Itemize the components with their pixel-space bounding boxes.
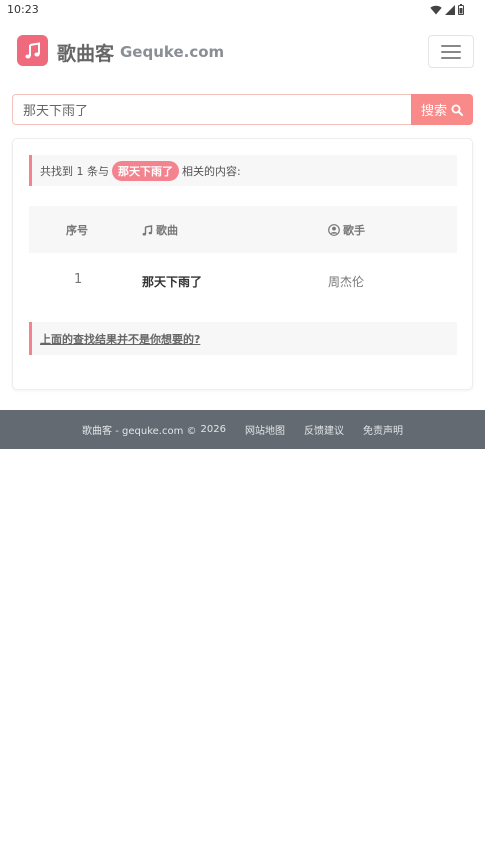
signal-icon	[445, 4, 455, 15]
feedback-note: 上面的查找结果并不是你想要的?	[29, 322, 457, 355]
row-index: 1	[74, 272, 83, 287]
battery-icon	[458, 4, 464, 15]
footer-year: 2026	[200, 424, 226, 435]
user-circle-icon	[328, 224, 340, 236]
footer: 歌曲客 - gequke.com © 2026 网站地图 反馈建议 免责声明	[0, 410, 485, 449]
hamburger-menu-button[interactable]	[428, 35, 474, 68]
results-card: 共找到 1 条与 那天下雨了 相关的内容: 序号 歌曲 歌手 1 那天下雨了 周…	[12, 138, 473, 390]
song-link[interactable]: 那天下雨了	[142, 273, 202, 290]
status-bar: 10:23	[0, 0, 485, 20]
footer-link-sitemap[interactable]: 网站地图	[245, 422, 285, 437]
footer-link-disclaimer[interactable]: 免责声明	[363, 422, 403, 437]
result-suffix: 相关的内容:	[182, 164, 241, 178]
brand-name[interactable]: 歌曲客	[57, 39, 114, 66]
column-header-song: 歌曲	[142, 222, 178, 238]
search-input[interactable]	[12, 94, 412, 125]
search-bar: 搜索	[12, 94, 473, 125]
table-row[interactable]: 1 那天下雨了 周杰伦	[29, 253, 457, 309]
logo[interactable]	[17, 35, 48, 66]
search-button[interactable]: 搜索	[411, 94, 473, 125]
search-icon	[451, 104, 463, 116]
music-note-icon	[24, 41, 40, 58]
column-header-singer: 歌手	[328, 222, 365, 238]
footer-copyright: 歌曲客 - gequke.com ©	[82, 426, 197, 437]
singer-link[interactable]: 周杰伦	[328, 273, 364, 290]
result-prefix: 共找到 1 条与	[40, 164, 109, 178]
wifi-icon	[430, 5, 442, 14]
column-header-index: 序号	[66, 224, 88, 237]
result-summary: 共找到 1 条与 那天下雨了 相关的内容:	[29, 155, 457, 186]
status-icons	[430, 4, 464, 15]
music-note-icon	[142, 224, 153, 235]
feedback-link[interactable]: 上面的查找结果并不是你想要的?	[40, 331, 200, 347]
hamburger-menu-icon	[441, 51, 461, 53]
hamburger-menu-icon	[441, 45, 461, 47]
footer-link-feedback[interactable]: 反馈建议	[304, 422, 344, 437]
brand-domain[interactable]: Gequke.com	[120, 43, 224, 61]
status-time: 10:23	[7, 3, 39, 16]
results-table-header: 序号 歌曲 歌手	[29, 206, 457, 253]
navbar: 歌曲客 Gequke.com	[0, 20, 485, 82]
hamburger-menu-icon	[441, 57, 461, 59]
search-button-label: 搜索	[420, 104, 447, 119]
keyword-badge: 那天下雨了	[112, 160, 179, 181]
